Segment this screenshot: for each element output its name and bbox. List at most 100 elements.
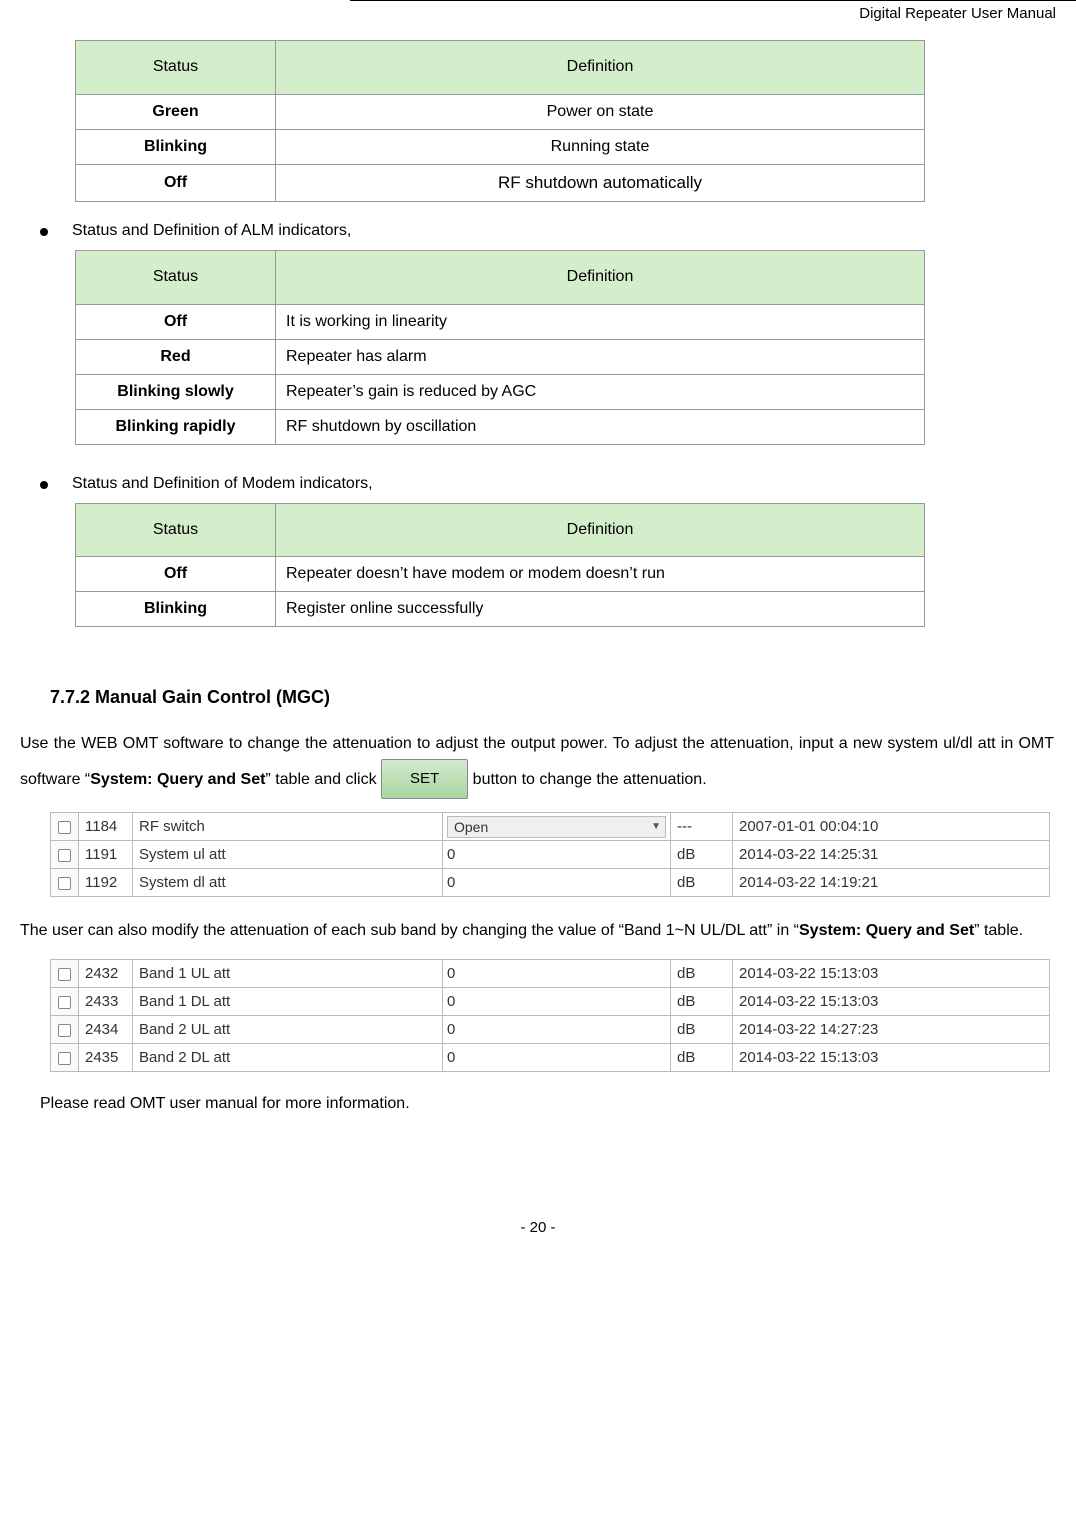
cell-value[interactable]: 0 xyxy=(443,988,671,1016)
col-header-status: Status xyxy=(76,503,276,557)
cell-status: Off xyxy=(76,304,276,339)
table-row: Blinking rapidly RF shutdown by oscillat… xyxy=(76,409,925,444)
cell-id: 1191 xyxy=(79,841,133,869)
cell-value[interactable]: Open ▼ xyxy=(443,813,671,841)
para-mgc-1: Use the WEB OMT software to change the a… xyxy=(20,728,1054,800)
checkbox-icon xyxy=(58,968,71,981)
cell-name: Band 2 UL att xyxy=(133,1016,443,1044)
cell-definition: Repeater doesn’t have modem or modem doe… xyxy=(276,557,925,592)
table-row: Green Power on state xyxy=(76,94,925,129)
table-row: Blinking slowly Repeater’s gain is reduc… xyxy=(76,374,925,409)
table-row: Off Repeater doesn’t have modem or modem… xyxy=(76,557,925,592)
checkbox-icon xyxy=(58,996,71,1009)
status-table-alm: Status Definition Off It is working in l… xyxy=(75,250,925,445)
note-text: Please read OMT user manual for more inf… xyxy=(40,1090,1056,1119)
cell-status: Blinking slowly xyxy=(76,374,276,409)
col-header-definition: Definition xyxy=(276,503,925,557)
cell-status: Off xyxy=(76,557,276,592)
omt-table-band: 2432 Band 1 UL att 0 dB 2014-03-22 15:13… xyxy=(50,959,1050,1072)
cell-unit: dB xyxy=(671,869,733,897)
row-checkbox[interactable] xyxy=(51,1044,79,1072)
value-dropdown[interactable]: Open ▼ xyxy=(447,816,666,838)
cell-id: 1192 xyxy=(79,869,133,897)
table-row: 1184 RF switch Open ▼ --- 2007-01-01 00:… xyxy=(51,813,1050,841)
section-heading: 7.7.2 Manual Gain Control (MGC) xyxy=(50,687,1056,708)
cell-name: Band 1 UL att xyxy=(133,960,443,988)
cell-status: Blinking xyxy=(76,129,276,164)
para-text: button to change the attenuation. xyxy=(468,772,706,789)
cell-date: 2007-01-01 00:04:10 xyxy=(733,813,1050,841)
dropdown-value: Open xyxy=(454,819,488,835)
cell-date: 2014-03-22 14:25:31 xyxy=(733,841,1050,869)
bullet-icon xyxy=(40,481,48,489)
checkbox-icon xyxy=(58,849,71,862)
cell-definition: RF shutdown automatically xyxy=(276,164,925,201)
cell-unit: dB xyxy=(671,841,733,869)
cell-id: 2432 xyxy=(79,960,133,988)
cell-definition: It is working in linearity xyxy=(276,304,925,339)
cell-value[interactable]: 0 xyxy=(443,960,671,988)
para-text: ” table and click xyxy=(265,772,381,789)
cell-status: Blinking xyxy=(76,592,276,627)
cell-value[interactable]: 0 xyxy=(443,869,671,897)
cell-definition: Repeater’s gain is reduced by AGC xyxy=(276,374,925,409)
cell-name: System ul att xyxy=(133,841,443,869)
table-row: Blinking Running state xyxy=(76,129,925,164)
cell-name: Band 1 DL att xyxy=(133,988,443,1016)
row-checkbox[interactable] xyxy=(51,988,79,1016)
cell-date: 2014-03-22 15:13:03 xyxy=(733,960,1050,988)
para-text: The user can also modify the attenuation… xyxy=(20,922,799,939)
bullet-modem: Status and Definition of Modem indicator… xyxy=(40,475,1056,493)
bullet-text: Status and Definition of Modem indicator… xyxy=(72,475,373,493)
doc-header-title: Digital Repeater User Manual xyxy=(0,5,1056,22)
cell-value[interactable]: 0 xyxy=(443,841,671,869)
cell-definition: Register online successfully xyxy=(276,592,925,627)
table-row: Off It is working in linearity xyxy=(76,304,925,339)
row-checkbox[interactable] xyxy=(51,869,79,897)
table-row: 1191 System ul att 0 dB 2014-03-22 14:25… xyxy=(51,841,1050,869)
cell-status: Red xyxy=(76,339,276,374)
cell-unit: dB xyxy=(671,1016,733,1044)
cell-name: RF switch xyxy=(133,813,443,841)
cell-value[interactable]: 0 xyxy=(443,1044,671,1072)
cell-date: 2014-03-22 14:27:23 xyxy=(733,1016,1050,1044)
cell-unit: dB xyxy=(671,988,733,1016)
row-checkbox[interactable] xyxy=(51,960,79,988)
cell-definition: Power on state xyxy=(276,94,925,129)
checkbox-icon xyxy=(58,821,71,834)
col-header-status: Status xyxy=(76,41,276,95)
col-header-definition: Definition xyxy=(276,41,925,95)
cell-unit: dB xyxy=(671,1044,733,1072)
cell-status: Off xyxy=(76,164,276,201)
cell-id: 2433 xyxy=(79,988,133,1016)
cell-name: Band 2 DL att xyxy=(133,1044,443,1072)
cell-definition: Repeater has alarm xyxy=(276,339,925,374)
col-header-definition: Definition xyxy=(276,250,925,304)
cell-date: 2014-03-22 15:13:03 xyxy=(733,988,1050,1016)
set-button[interactable]: SET xyxy=(381,759,468,799)
table-row: 2432 Band 1 UL att 0 dB 2014-03-22 15:13… xyxy=(51,960,1050,988)
table-row: 2433 Band 1 DL att 0 dB 2014-03-22 15:13… xyxy=(51,988,1050,1016)
cell-date: 2014-03-22 15:13:03 xyxy=(733,1044,1050,1072)
row-checkbox[interactable] xyxy=(51,1016,79,1044)
cell-value[interactable]: 0 xyxy=(443,1016,671,1044)
chevron-down-icon: ▼ xyxy=(651,821,661,832)
cell-id: 2435 xyxy=(79,1044,133,1072)
bullet-text: Status and Definition of ALM indicators, xyxy=(72,222,351,240)
cell-date: 2014-03-22 14:19:21 xyxy=(733,869,1050,897)
row-checkbox[interactable] xyxy=(51,841,79,869)
para-bold: System: Query and Set xyxy=(799,922,974,939)
bullet-alm: Status and Definition of ALM indicators, xyxy=(40,222,1056,240)
omt-table-system: 1184 RF switch Open ▼ --- 2007-01-01 00:… xyxy=(50,812,1050,897)
bullet-icon xyxy=(40,228,48,236)
status-table-power: Status Definition Green Power on state B… xyxy=(75,40,925,202)
cell-status: Blinking rapidly xyxy=(76,409,276,444)
cell-status: Green xyxy=(76,94,276,129)
cell-unit: --- xyxy=(671,813,733,841)
para-text: ” table. xyxy=(974,922,1023,939)
table-row: 2434 Band 2 UL att 0 dB 2014-03-22 14:27… xyxy=(51,1016,1050,1044)
row-checkbox[interactable] xyxy=(51,813,79,841)
table-row: Off RF shutdown automatically xyxy=(76,164,925,201)
checkbox-icon xyxy=(58,1024,71,1037)
table-row: Blinking Register online successfully xyxy=(76,592,925,627)
